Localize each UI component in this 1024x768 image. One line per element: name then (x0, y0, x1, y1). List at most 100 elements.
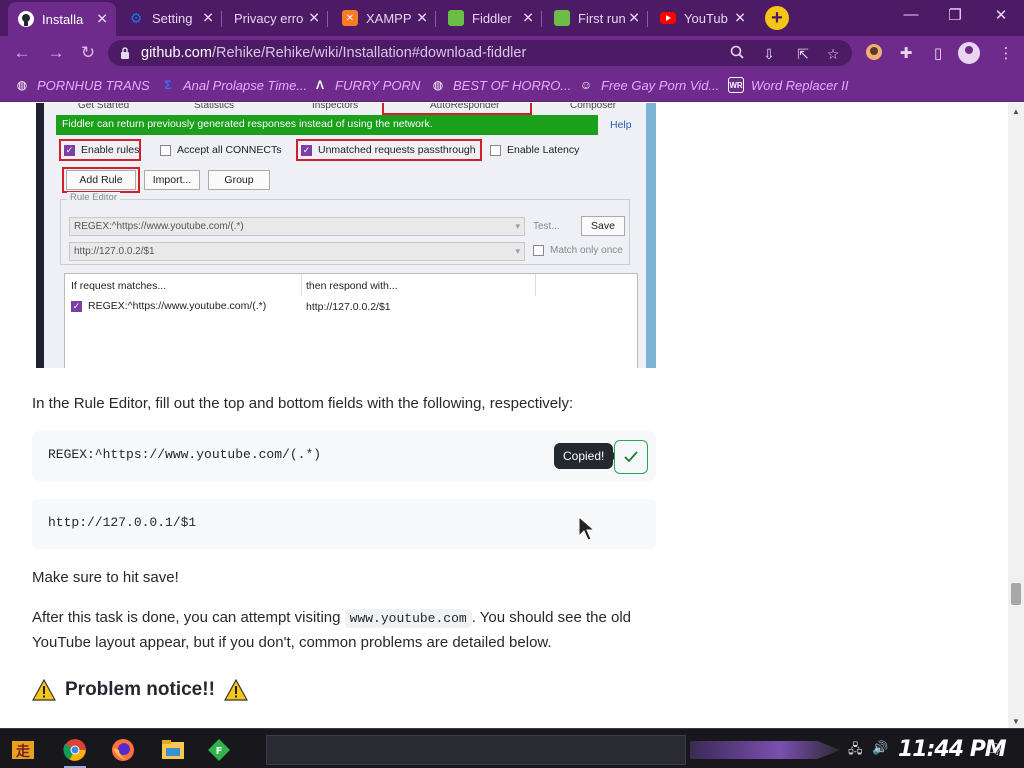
tab-privacy-error[interactable]: Privacy erro ✕ (224, 4, 328, 32)
bookmark-item[interactable]: Λ FURRY PORN (312, 77, 420, 93)
column-header: If request matches... (71, 280, 167, 292)
notification-icon[interactable]: 🗨 (984, 740, 1003, 758)
fiddler-tab: Get Started (78, 103, 130, 111)
code-block: http://127.0.0.1/$1 (32, 499, 656, 549)
scroll-down-icon[interactable]: ▼ (1012, 717, 1020, 726)
new-tab-button[interactable]: + (765, 6, 789, 30)
start-button[interactable]: 走 (8, 735, 38, 765)
reload-icon[interactable]: ↻ (78, 43, 98, 63)
import-button: Import... (144, 170, 200, 190)
tab-xampp[interactable]: ✕ XAMPP ✕ (332, 4, 436, 32)
app-taskbar-icon[interactable]: F (204, 735, 234, 765)
test-label: Test... (533, 221, 560, 232)
close-tab-icon[interactable]: ✕ (202, 10, 214, 27)
enable-latency-checkbox: Enable Latency (490, 144, 579, 156)
firefox-taskbar-icon[interactable] (108, 735, 138, 765)
file-explorer-taskbar-icon[interactable] (158, 735, 188, 765)
close-tab-icon[interactable]: ✕ (628, 10, 640, 27)
add-rule-button: Add Rule (66, 170, 136, 190)
xampp-icon: ✕ (342, 10, 358, 26)
profile-avatar[interactable] (958, 42, 980, 64)
code-text: REGEX:^https://www.youtube.com/(.*) (48, 447, 322, 462)
extensions-puzzle-icon[interactable]: ✚ (896, 44, 916, 64)
wiki-page: Get Started Statistics Inspectors AutoRe… (0, 103, 1008, 728)
search-icon[interactable] (728, 45, 746, 63)
scroll-thumb[interactable] (1011, 583, 1021, 605)
fiddler-tabs: Get Started Statistics Inspectors AutoRe… (44, 103, 646, 115)
check-icon: ✓ (64, 144, 75, 156)
close-tab-icon[interactable]: ✕ (734, 10, 746, 27)
scroll-up-icon[interactable]: ▲ (1012, 107, 1020, 116)
minimize-icon[interactable]: — (896, 6, 926, 23)
close-tab-icon[interactable]: ✕ (522, 10, 534, 27)
inline-code: www.youtube.com (344, 609, 472, 628)
chevron-down-icon: ▾ (515, 221, 520, 231)
bookmark-item[interactable]: ◍ BEST OF HORRO... (430, 77, 571, 93)
taskbar: 走 F 🖧 🔊 11:44 PM 🗨 (0, 728, 1024, 768)
address-bar[interactable]: github.com/Rehike/Rehike/wiki/Installati… (108, 40, 852, 66)
bookmark-item[interactable]: Σ Anal Prolapse Time... (160, 77, 307, 93)
back-icon[interactable]: ← (12, 43, 32, 63)
fiddler-icon (554, 10, 570, 26)
bookmark-item[interactable]: ◍ PORNHUB TRANS (14, 77, 150, 93)
close-tab-icon[interactable]: ✕ (96, 11, 108, 28)
bookmark-icon: Λ (315, 78, 324, 92)
warning-icon (223, 679, 248, 701)
problem-notice-heading: Problem notice!! (32, 679, 248, 701)
settings-gear-icon: ⚙ (129, 9, 143, 26)
side-panel-icon[interactable]: ▯ (928, 44, 948, 64)
tab-settings[interactable]: ⚙ Setting ✕ (118, 4, 222, 32)
rules-list: If request matches... then respond with.… (64, 273, 638, 368)
highlight-box (382, 103, 532, 115)
restore-icon[interactable]: ❐ (940, 6, 970, 24)
close-window-icon[interactable]: ✕ (986, 6, 1016, 24)
mouse-cursor-icon (578, 516, 596, 541)
browser-toolbar: ← → ↻ github.com/Rehike/Rehike/wiki/Inst… (0, 36, 1024, 70)
rule-editor-group: Rule Editor REGEX:^https://www.youtube.c… (60, 192, 630, 265)
menu-kebab-icon[interactable]: ⋮ (996, 44, 1016, 64)
globe-icon: ◍ (16, 78, 28, 92)
svg-text:F: F (216, 746, 223, 757)
copy-button[interactable] (614, 440, 648, 474)
warning-icon (32, 679, 56, 701)
tab-fiddler[interactable]: Fiddler ✕ (438, 4, 542, 32)
bookmark-item[interactable]: ☺ Free Gay Porn Vid... (578, 77, 719, 93)
share-icon[interactable]: ⇱ (794, 45, 812, 63)
extension-icon: WR (728, 77, 744, 93)
copied-tooltip: Copied! (554, 443, 619, 469)
result-paragraph: After this task is done, you can attempt… (32, 609, 631, 651)
tab-youtube[interactable]: YouTub ✕ (650, 4, 754, 32)
fiddler-save-button: Save (581, 216, 625, 236)
chrome-taskbar-icon[interactable] (60, 735, 90, 768)
tab-strip: Installa ✕ ⚙ Setting ✕ Privacy erro ✕ ✕ … (0, 0, 1024, 36)
respond-field: http://127.0.0.2/$1 ▾ (69, 242, 525, 261)
fiddler-icon (448, 10, 464, 26)
chevron-down-icon: ▾ (515, 246, 520, 256)
tab-installation[interactable]: Installa ✕ (8, 2, 116, 36)
bookmark-item[interactable]: WR Word Replacer II (728, 77, 849, 93)
bookmark-icon: ☺ (579, 78, 593, 92)
extension-avatar-icon[interactable] (864, 44, 884, 64)
volume-icon[interactable]: 🔊 (872, 740, 888, 756)
fiddler-tab: Inspectors (312, 103, 359, 111)
check-icon (624, 451, 638, 463)
bookmark-star-icon[interactable]: ☆ (824, 45, 842, 63)
close-tab-icon[interactable]: ✕ (416, 10, 428, 27)
bookmark-icon: Σ (164, 78, 172, 92)
network-icon[interactable]: 🖧 (848, 740, 863, 762)
bookmarks-bar: ◍ PORNHUB TRANS Σ Anal Prolapse Time... ΛF… (0, 70, 1024, 102)
page-scrollbar[interactable]: ▲ ▼ (1008, 103, 1024, 728)
taskbar-skin-decoration (690, 741, 840, 759)
forward-icon[interactable]: → (46, 43, 66, 63)
fiddler-screenshot-image: Get Started Statistics Inspectors AutoRe… (36, 103, 656, 368)
column-header: then respond with... (306, 280, 398, 292)
lock-icon (121, 47, 129, 59)
install-app-icon[interactable]: ⇩ (760, 45, 778, 63)
tab-first-run[interactable]: First run ✕ (544, 4, 648, 32)
globe-icon: ◍ (432, 78, 444, 92)
enable-rules-checkbox: ✓ Enable rules (64, 144, 140, 156)
fiddler-help-link: Help (610, 119, 632, 131)
close-tab-icon[interactable]: ✕ (308, 10, 320, 27)
fiddler-banner: Fiddler can return previously generated … (56, 115, 598, 135)
fiddler-tab: Composer (570, 103, 617, 111)
